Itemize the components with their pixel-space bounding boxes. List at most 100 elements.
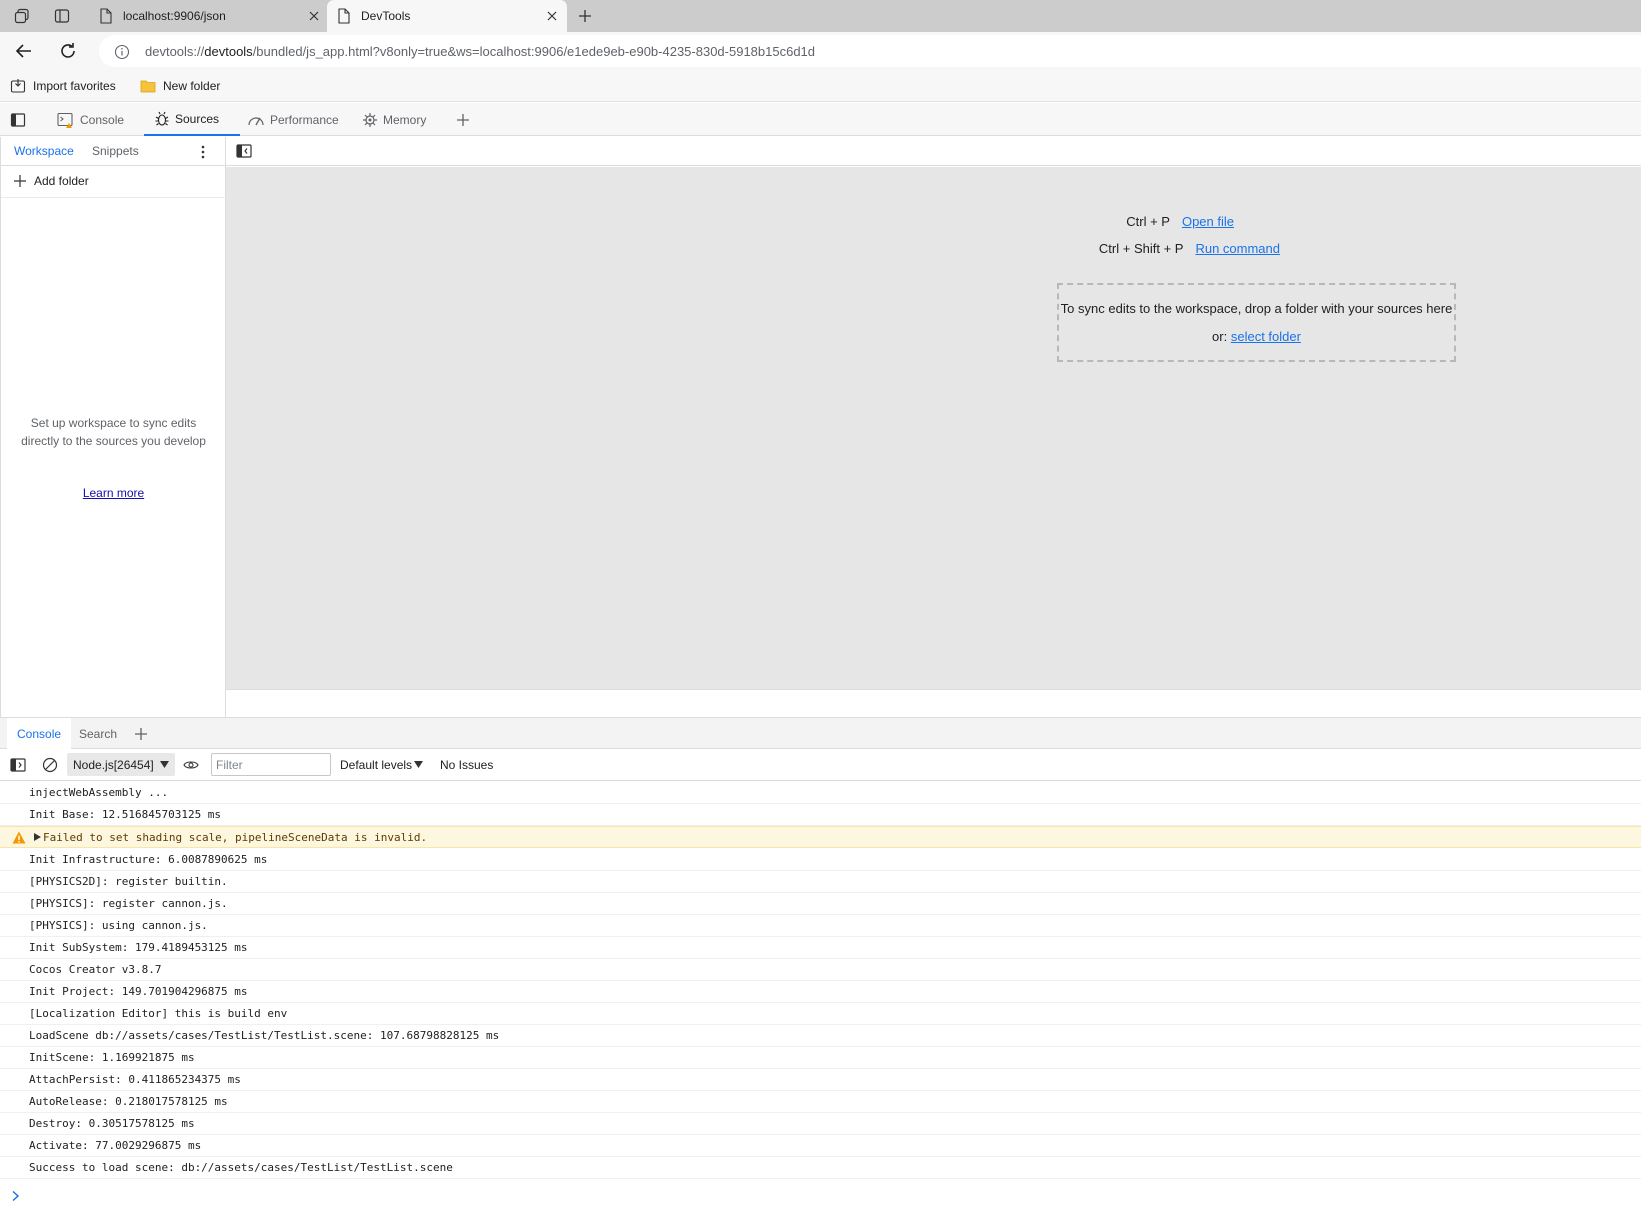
shortcut-run-command: Ctrl + Shift + P Run command	[1099, 241, 1280, 256]
message-text: Init SubSystem: 179.4189453125 ms	[29, 941, 248, 954]
console-message[interactable]: Init Project: 149.701904296875 ms	[0, 981, 1641, 1003]
vertical-tabs-icon	[54, 9, 70, 23]
browser-tab-devtools[interactable]: DevTools	[327, 0, 567, 32]
console-message[interactable]: Success to load scene: db://assets/cases…	[0, 1157, 1641, 1179]
editor-status-bar	[226, 689, 1641, 717]
dock-sidebar-icon[interactable]	[10, 112, 26, 128]
expand-triangle-icon[interactable]	[34, 833, 41, 841]
folder-icon	[140, 80, 156, 93]
eye-icon	[183, 760, 199, 769]
tab-memory-label: Memory	[383, 112, 427, 127]
console-message[interactable]: LoadScene db://assets/cases/TestList/Tes…	[0, 1025, 1641, 1047]
console-message[interactable]: injectWebAssembly ...	[0, 782, 1641, 804]
tab-sources-label: Sources	[175, 111, 220, 126]
tab-snippets[interactable]: Snippets	[92, 144, 139, 158]
console-message[interactable]: Init SubSystem: 179.4189453125 ms	[0, 937, 1641, 959]
plus-icon	[14, 175, 26, 187]
more-options-icon[interactable]	[199, 144, 207, 160]
shortcut-open-file: Ctrl + P Open file	[1126, 214, 1234, 229]
navigator-tabbar: Workspace Snippets	[1, 137, 226, 166]
console-message[interactable]: [PHYSICS]: register cannon.js.	[0, 893, 1641, 915]
console-icon	[57, 112, 73, 128]
page-icon	[100, 8, 112, 24]
browser-tab-json[interactable]: localhost:9906/json	[89, 0, 323, 32]
memory-icon	[363, 112, 377, 127]
run-command-link[interactable]: Run command	[1195, 241, 1280, 256]
console-message[interactable]: AutoRelease: 0.218017578125 ms	[0, 1091, 1641, 1113]
console-messages: injectWebAssembly ... Init Base: 12.5168…	[0, 782, 1641, 1231]
open-file-link[interactable]: Open file	[1182, 214, 1234, 229]
browser-tab-strip: localhost:9906/json DevTools	[0, 0, 1641, 32]
favorites-folder[interactable]: New folder	[140, 77, 220, 95]
reload-icon[interactable]	[56, 39, 80, 63]
tab-sources[interactable]: Sources	[144, 103, 240, 136]
execution-context-value: Node.js[26454]	[73, 757, 154, 772]
new-tab-button[interactable]	[573, 4, 597, 28]
import-favorites-button[interactable]: Import favorites	[10, 77, 116, 95]
message-text: Init Infrastructure: 6.0087890625 ms	[29, 853, 268, 866]
console-message[interactable]: [Localization Editor] this is build env	[0, 1003, 1641, 1025]
console-message[interactable]: [PHYSICS2D]: register builtin.	[0, 871, 1641, 893]
console-message[interactable]: InitScene: 1.169921875 ms	[0, 1047, 1641, 1069]
console-message[interactable]: Destroy: 0.30517578125 ms	[0, 1113, 1641, 1135]
live-expression-button[interactable]	[183, 749, 199, 780]
tab-performance-label: Performance	[270, 112, 339, 127]
console-prompt-icon[interactable]	[11, 1190, 21, 1202]
console-warning-message[interactable]: Failed to set shading scale, pipelineSce…	[0, 826, 1641, 848]
console-toolbar: Node.js[26454] Default levels No Issues	[0, 749, 1641, 781]
plus-icon	[457, 113, 469, 126]
address-bar[interactable]: devtools://devtools/bundled/js_app.html?…	[99, 35, 1641, 67]
close-tab-icon[interactable]	[307, 9, 321, 23]
tab-performance[interactable]: Performance	[247, 103, 339, 136]
issues-counter[interactable]: No Issues	[440, 749, 493, 780]
workspaces-button[interactable]	[10, 4, 34, 28]
execution-context-select[interactable]: Node.js[26454]	[67, 753, 175, 776]
console-message[interactable]: Init Base: 12.516845703125 ms	[0, 804, 1641, 826]
add-folder-button[interactable]: Add folder	[13, 174, 89, 188]
message-text: AttachPersist: 0.411865234375 ms	[29, 1073, 241, 1086]
message-text: Activate: 77.0029296875 ms	[29, 1139, 202, 1152]
tab-console[interactable]: Console	[57, 103, 124, 136]
console-filter-input[interactable]	[211, 753, 331, 776]
console-message[interactable]: Activate: 77.0029296875 ms	[0, 1135, 1641, 1157]
console-sidebar-button[interactable]	[10, 749, 26, 780]
console-message[interactable]: AttachPersist: 0.411865234375 ms	[0, 1069, 1641, 1091]
close-tab-icon[interactable]	[545, 9, 559, 23]
console-message[interactable]: [PHYSICS]: using cannon.js.	[0, 915, 1641, 937]
log-levels-dropdown[interactable]: Default levels	[340, 749, 424, 780]
url-text[interactable]: devtools://devtools/bundled/js_app.html?…	[145, 44, 815, 59]
drawer-tab-console[interactable]: Console	[7, 718, 72, 749]
favorites-folder-label: New folder	[163, 79, 221, 93]
toggle-navigator-icon[interactable]	[236, 144, 252, 158]
select-folder-link[interactable]: select folder	[1231, 329, 1301, 344]
message-text: Failed to set shading scale, pipelineSce…	[43, 831, 428, 844]
message-text: Init Base: 12.516845703125 ms	[29, 808, 222, 821]
back-arrow-icon[interactable]	[12, 39, 36, 63]
message-text: Destroy: 0.30517578125 ms	[29, 1117, 195, 1130]
url-host: devtools	[204, 44, 253, 59]
vertical-tabs-button[interactable]	[50, 4, 74, 28]
console-message[interactable]: Init Infrastructure: 6.0087890625 ms	[0, 849, 1641, 871]
sidebar-icon	[10, 757, 26, 772]
workspaces-icon	[14, 8, 29, 24]
clear-console-button[interactable]	[42, 749, 58, 780]
drawer-tab-search[interactable]: Search	[79, 718, 117, 749]
tab-memory[interactable]: Memory	[362, 103, 426, 136]
plus-icon	[135, 727, 147, 740]
log-levels-label: Default levels	[340, 757, 413, 772]
info-icon[interactable]	[114, 44, 130, 60]
tab-workspace[interactable]: Workspace	[14, 144, 74, 158]
shortcut-keys: Ctrl + P	[1126, 214, 1170, 229]
console-message[interactable]: Cocos Creator v3.8.7	[0, 959, 1641, 981]
tab-console-label: Console	[80, 112, 125, 127]
message-text: AutoRelease: 0.218017578125 ms	[29, 1095, 228, 1108]
workspace-drop-zone[interactable]: To sync edits to the workspace, drop a f…	[1057, 283, 1456, 362]
dropdown-triangle-icon	[414, 760, 424, 768]
learn-more-link[interactable]: Learn more	[1, 486, 226, 500]
message-text: [Localization Editor] this is build env	[29, 1007, 288, 1020]
more-tools-button[interactable]	[455, 103, 476, 136]
page-icon	[338, 8, 350, 24]
drawer-more-tools-button[interactable]	[133, 718, 149, 749]
sources-navigator: Workspace Snippets Add folder Set up wor…	[0, 137, 226, 717]
add-folder-label: Add folder	[34, 174, 89, 188]
